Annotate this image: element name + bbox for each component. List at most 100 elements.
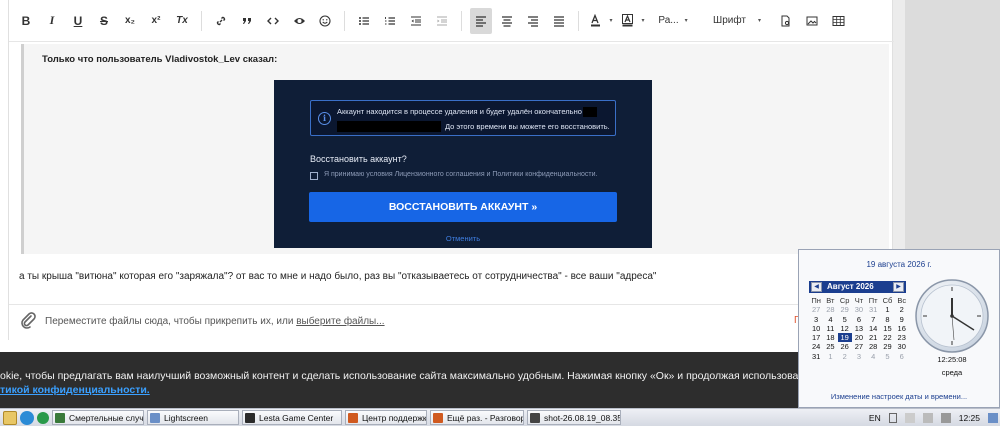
browser-icon[interactable] [20, 410, 34, 425]
calendar-day[interactable]: 30 [895, 342, 909, 351]
superscript-button[interactable]: x² [145, 8, 167, 34]
taskbar-item-shot[interactable]: shot-26.08.19_08.35... [527, 410, 621, 425]
calendar-day[interactable]: 20 [852, 333, 866, 342]
calendar-day[interactable]: 24 [809, 342, 823, 351]
calendar-day[interactable]: 1 [823, 352, 837, 361]
calendar-day[interactable]: 2 [838, 352, 852, 361]
underline-button[interactable]: U [67, 8, 89, 34]
font-family-dropdown[interactable]: Шрифт ▾ [707, 8, 767, 34]
privacy-policy-link[interactable]: тикой конфиденциальности. [0, 384, 150, 396]
calendar-day[interactable]: 25 [823, 342, 837, 351]
emoji-icon[interactable] [314, 8, 336, 34]
calendar-day[interactable]: 16 [895, 324, 909, 333]
redaction-bar [583, 107, 597, 117]
calendar-day[interactable]: 7 [866, 315, 880, 324]
strikethrough-button[interactable]: S [93, 8, 115, 34]
outdent-icon[interactable] [405, 8, 427, 34]
tray-icon[interactable] [904, 413, 915, 423]
calendar-day[interactable]: 14 [866, 324, 880, 333]
calendar-date-title[interactable]: 19 августа 2026 г. [799, 260, 999, 269]
subscript-button[interactable]: x₂ [119, 8, 141, 34]
attachment-hint: Переместите файлы сюда, чтобы прикрепить… [45, 316, 385, 327]
calendar-day[interactable]: 4 [823, 315, 837, 324]
taskbar-item-lesta[interactable]: Lesta Game Center [242, 410, 342, 425]
weekday-label: Вт [826, 296, 835, 305]
calendar-day[interactable]: 5 [880, 352, 894, 361]
align-justify-icon[interactable] [548, 8, 570, 34]
clock-text[interactable]: 12:25 [959, 413, 980, 423]
calendar-week-row: 31 1 2 3 4 5 6 [809, 352, 909, 361]
calendar-day[interactable]: 31 [809, 352, 823, 361]
reply-editor[interactable]: B I U S x₂ x² Tx ▾ ▾ Ра... ▾ Шрифт ▾ Тол… [8, 0, 894, 340]
tray-icon[interactable] [922, 413, 933, 423]
calendar-day[interactable]: 17 [809, 333, 823, 342]
bullet-list-icon[interactable] [353, 8, 375, 34]
reply-text[interactable]: а ты крыша "витюна" которая его "заряжал… [19, 271, 656, 282]
attachment-area[interactable]: Переместите файлы сюда, чтобы прикрепить… [9, 304, 894, 338]
bold-button[interactable]: B [15, 8, 37, 34]
font-size-dropdown[interactable]: Ра... ▾ [651, 8, 695, 34]
change-datetime-settings-link[interactable]: Изменение настроек даты и времени... [799, 392, 999, 401]
text-color-icon[interactable]: ▾ [587, 8, 615, 34]
explorer-icon[interactable] [3, 410, 17, 425]
calendar-day[interactable]: 31 [866, 305, 880, 314]
taskbar-item-lightscreen[interactable]: Lightscreen [147, 410, 239, 425]
code-icon[interactable] [262, 8, 284, 34]
calendar-day[interactable]: 26 [838, 342, 852, 351]
prev-month-button[interactable]: ◀ [811, 282, 822, 292]
calendar-day[interactable]: 15 [880, 324, 894, 333]
calendar-day[interactable]: 6 [852, 315, 866, 324]
network-icon[interactable] [988, 413, 998, 423]
calendar-day[interactable]: 5 [838, 315, 852, 324]
calendar-day[interactable]: 22 [880, 333, 894, 342]
clear-format-button[interactable]: Tx [171, 8, 193, 34]
calendar-day[interactable]: 13 [852, 324, 866, 333]
indent-icon[interactable] [431, 8, 453, 34]
calendar-day[interactable]: 8 [880, 315, 894, 324]
calendar-day-today[interactable]: 19 [837, 333, 852, 343]
calendar-day[interactable]: 2 [895, 305, 909, 314]
next-month-button[interactable]: ▶ [893, 282, 904, 292]
calendar-day[interactable]: 3 [852, 352, 866, 361]
tray-icon[interactable] [888, 413, 897, 423]
volume-icon[interactable] [940, 413, 951, 423]
calendar-day[interactable]: 1 [880, 305, 894, 314]
calendar-day[interactable]: 18 [823, 333, 837, 342]
calendar-day[interactable]: 27 [852, 342, 866, 351]
italic-button[interactable]: I [41, 8, 63, 34]
calendar-day[interactable]: 11 [823, 324, 837, 333]
align-center-icon[interactable] [496, 8, 518, 34]
numbered-list-icon[interactable] [379, 8, 401, 34]
calendar-day[interactable]: 10 [809, 324, 823, 333]
preview-icon[interactable] [775, 8, 797, 34]
align-left-icon[interactable] [470, 7, 492, 34]
background-color-icon[interactable]: ▾ [619, 8, 647, 34]
calendar-day[interactable]: 21 [866, 333, 880, 342]
calendar-day[interactable]: 29 [838, 305, 852, 314]
spoiler-eye-icon[interactable] [288, 8, 310, 34]
calendar-week-row: 27 28 29 30 31 1 2 [809, 305, 909, 314]
taskbar-item-smert[interactable]: Смертельные случа... [52, 410, 144, 425]
calendar-day[interactable]: 9 [895, 315, 909, 324]
calendar-day[interactable]: 12 [838, 324, 852, 333]
choose-files-link[interactable]: выберите файлы... [296, 316, 384, 327]
quote-icon[interactable] [236, 8, 258, 34]
align-right-icon[interactable] [522, 8, 544, 34]
calendar-day[interactable]: 6 [895, 352, 909, 361]
calendar-day[interactable]: 3 [809, 315, 823, 324]
calendar-day[interactable]: 27 [809, 305, 823, 314]
calendar-day[interactable]: 23 [895, 333, 909, 342]
quote-block: Только что пользователь Vladivostok_Lev … [21, 44, 889, 254]
language-indicator[interactable]: EN [869, 413, 881, 423]
taskbar-item-forum[interactable]: Ещё раз. - Разговоры... [430, 410, 524, 425]
link-icon[interactable] [210, 8, 232, 34]
quicklaunch-icon[interactable] [37, 411, 49, 424]
calendar-day[interactable]: 30 [852, 305, 866, 314]
calendar-day[interactable]: 4 [866, 352, 880, 361]
calendar-day[interactable]: 28 [823, 305, 837, 314]
calendar-day[interactable]: 28 [866, 342, 880, 351]
calendar-day[interactable]: 29 [880, 342, 894, 351]
taskbar-item-support[interactable]: Центр поддержки М... [345, 410, 427, 425]
table-icon[interactable] [827, 8, 849, 34]
image-icon[interactable] [801, 8, 823, 34]
